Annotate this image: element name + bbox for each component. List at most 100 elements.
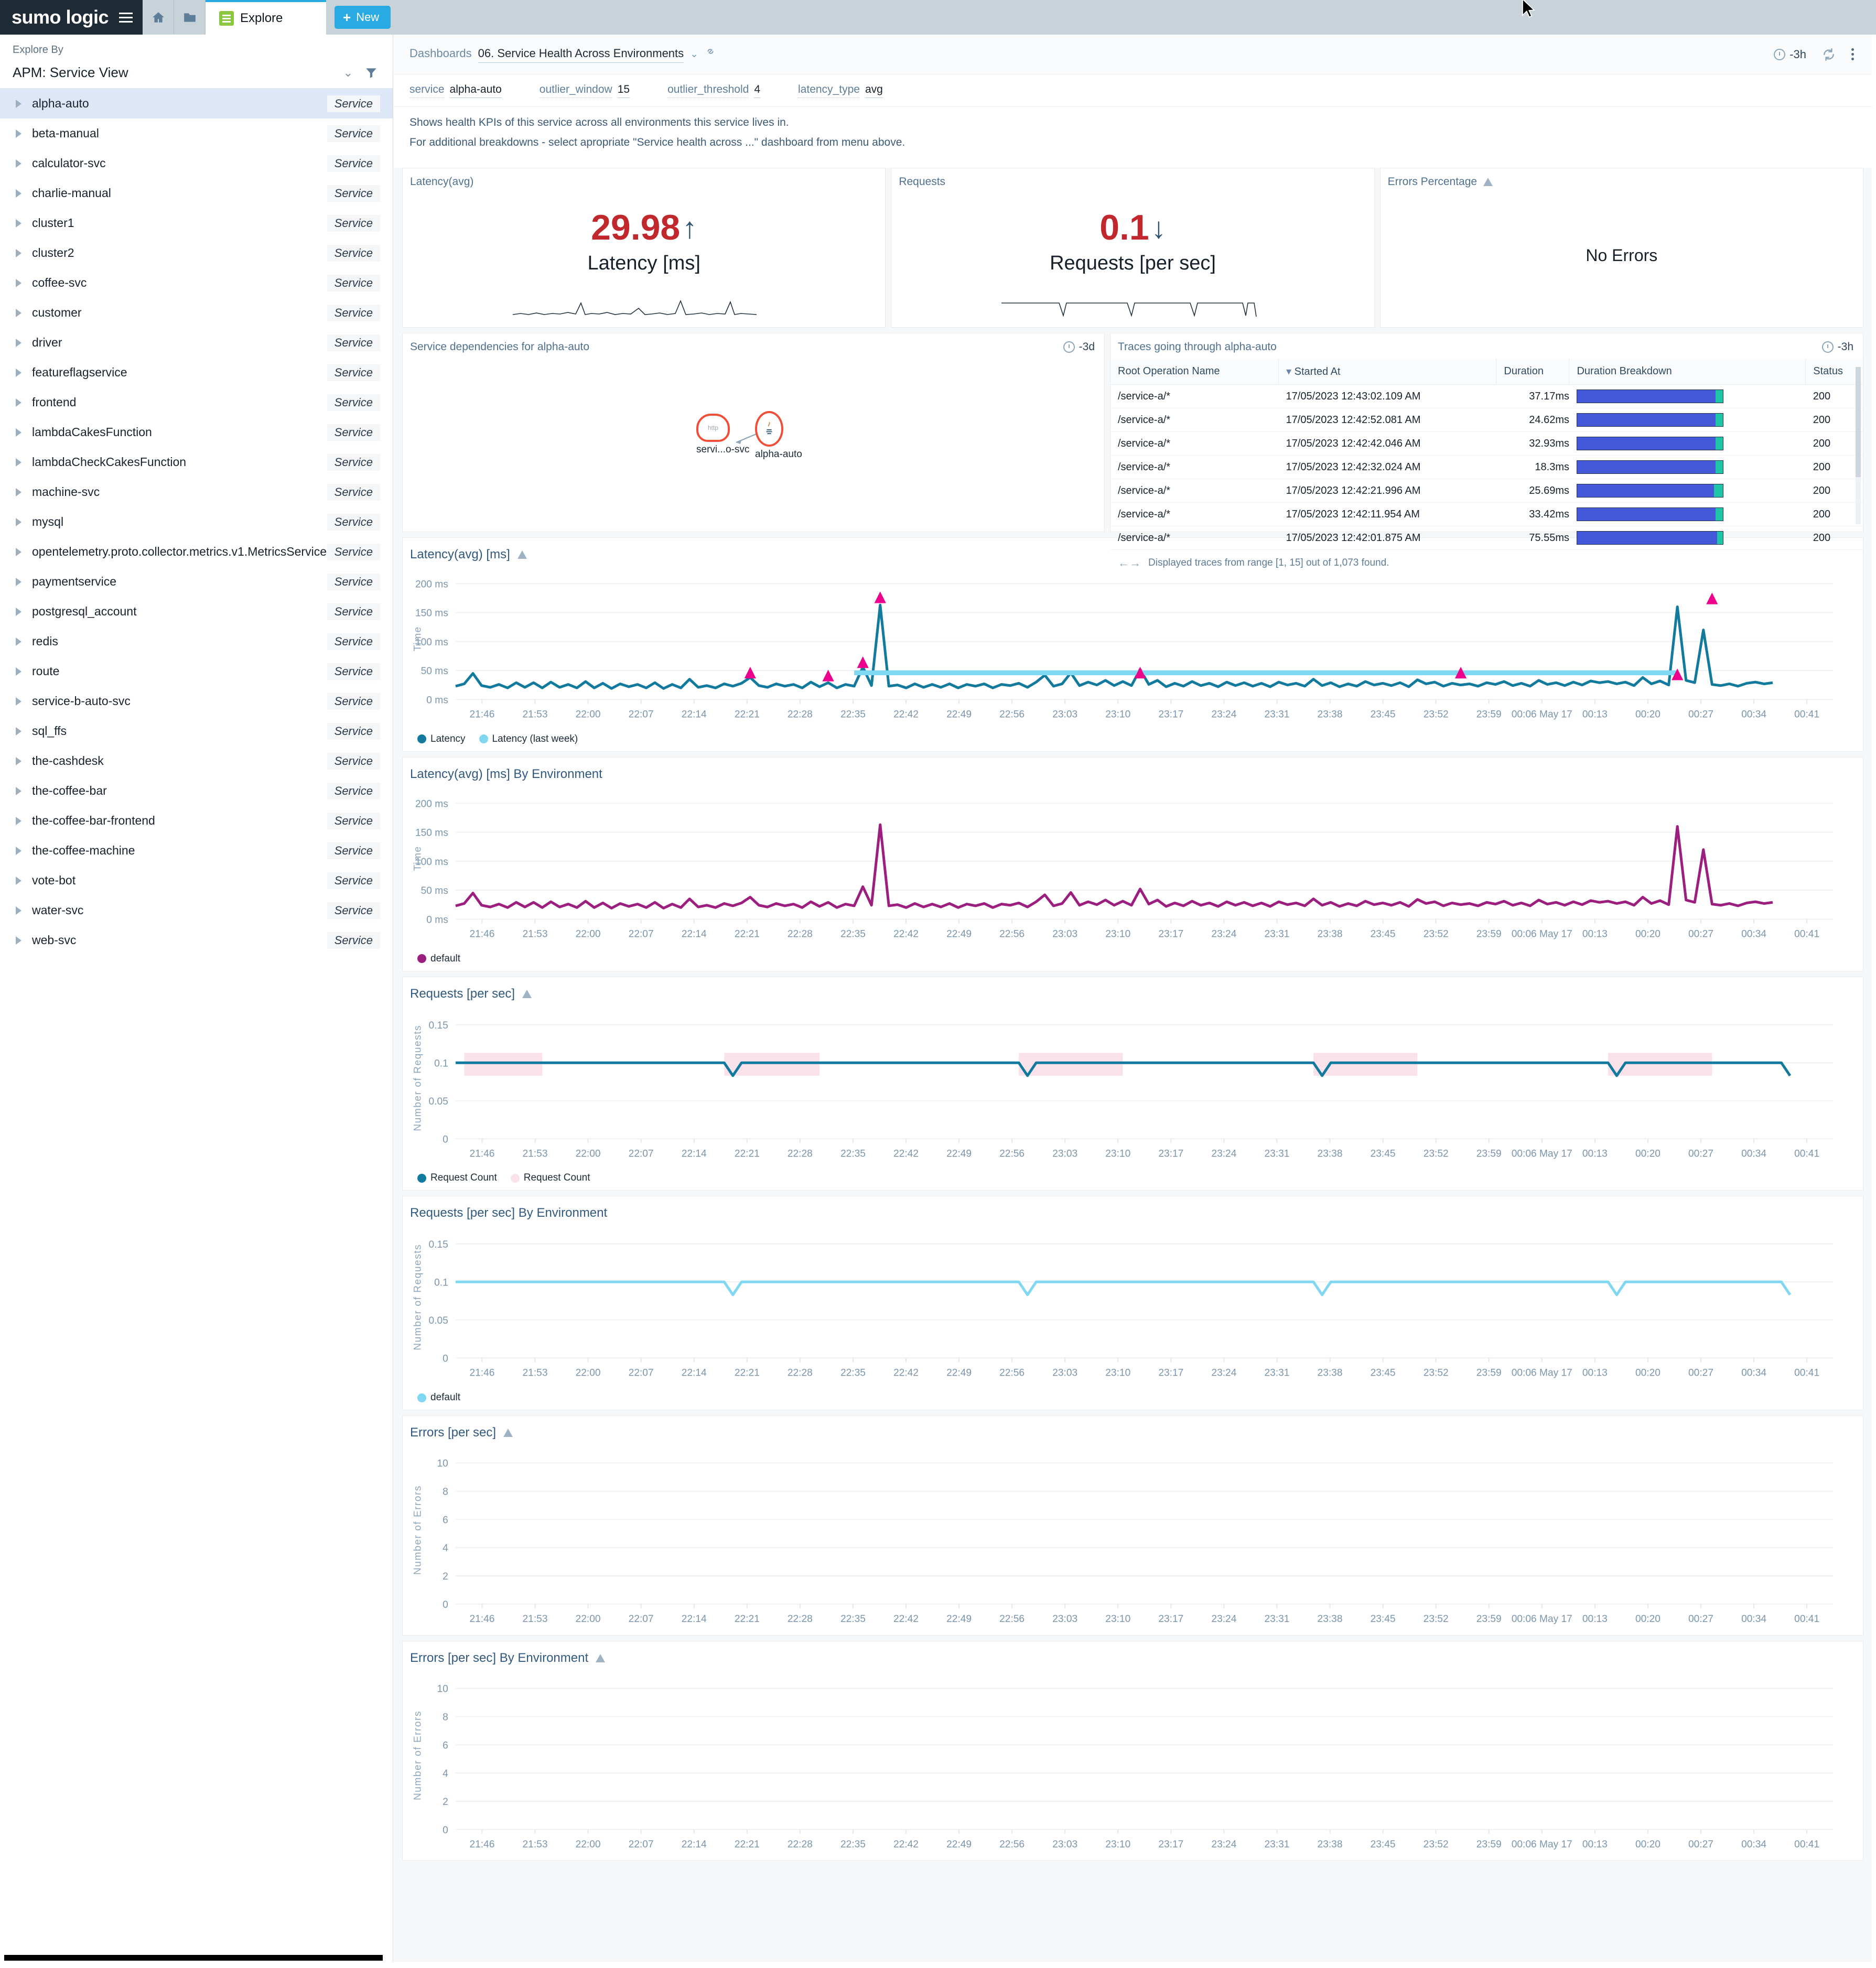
expand-triangle-icon[interactable] [16,727,21,736]
expand-triangle-icon[interactable] [16,577,21,586]
service-list-item[interactable]: featureflagservice Service [0,358,393,387]
legend-item[interactable]: Request Count [417,1172,497,1184]
expand-triangle-icon[interactable] [16,697,21,706]
expand-triangle-icon[interactable] [16,936,21,945]
new-button[interactable]: + New [335,6,391,29]
expand-triangle-icon[interactable] [16,219,21,228]
expand-triangle-icon[interactable] [16,517,21,526]
service-list-item[interactable]: the-cashdesk Service [0,746,393,776]
legend-item[interactable]: Latency [417,733,466,745]
service-list-item[interactable]: machine-svc Service [0,477,393,507]
filter-icon[interactable] [364,66,378,80]
table-row[interactable]: /service-a/* 17/05/2023 12:42:52.081 AM 24… [1110,408,1863,432]
traces-column-header[interactable]: Duration Breakdown [1569,359,1806,385]
time-range-picker[interactable]: -3h [1774,48,1806,61]
service-list-item[interactable]: route Service [0,656,393,686]
service-list-item[interactable]: the-coffee-bar-frontend Service [0,806,393,836]
service-list-item[interactable]: the-coffee-machine Service [0,836,393,866]
refresh-icon[interactable] [1822,48,1836,61]
explore-view-selector[interactable]: APM: Service View [13,64,128,81]
chart-svg-errors[interactable]: 10 8 6 4 2 0 Number of Errors 21:46 21:53 22:00 22… [403,1444,1852,1635]
traces-column-header[interactable]: ▾ Started At [1278,359,1496,385]
table-row[interactable]: /service-a/* 17/05/2023 12:42:42.046 AM 32… [1110,431,1863,456]
service-list-item[interactable]: opentelemetry.proto.collector.metrics.v1… [0,537,393,567]
more-options-button[interactable] [1851,48,1854,60]
table-row[interactable]: /service-a/* 17/05/2023 12:43:02.109 AM 37… [1110,384,1863,408]
variable-outlier_window[interactable]: outlier_window 15 [539,83,630,98]
expand-triangle-icon[interactable] [16,398,21,407]
traces-time-range[interactable]: -3h [1821,341,1853,353]
expand-triangle-icon[interactable] [16,99,21,108]
home-button[interactable] [143,0,174,35]
expand-triangle-icon[interactable] [16,846,21,855]
service-list-item[interactable]: frontend Service [0,387,393,417]
legend-item[interactable]: Request Count [510,1172,590,1184]
expand-triangle-icon[interactable] [16,189,21,198]
expand-triangle-icon[interactable] [16,338,21,347]
expand-triangle-icon[interactable] [16,248,21,257]
expand-triangle-icon[interactable] [16,547,21,556]
library-button[interactable] [174,0,206,35]
chart-svg-requests-by-env[interactable]: 0.15 0.1 0.05 0 Number of Requests 21:46 21:53… [403,1225,1852,1389]
service-list-item[interactable]: vote-bot Service [0,866,393,895]
service-list-item[interactable]: cluster2 Service [0,238,393,268]
sidebar-horizontal-scrollbar[interactable] [0,1953,389,1962]
breadcrumb-dashboards[interactable]: Dashboards [409,47,472,60]
expand-triangle-icon[interactable] [16,637,21,646]
service-list-item[interactable]: charlie-manual Service [0,178,393,208]
brand-block[interactable]: sumo logic [0,0,143,35]
chart-svg-latency[interactable]: 200 ms150 ms100 ms50 ms0 msTime21:46 21:5… [403,566,1852,730]
hamburger-menu-icon[interactable] [119,12,133,23]
chart-svg-requests[interactable]: 0.15 0.1 0.05 0 Number of Requests 21:46 21:53… [403,1005,1852,1170]
service-list-item[interactable]: sql_ffs Service [0,716,393,746]
service-list-item[interactable]: the-coffee-bar Service [0,776,393,806]
legend-item[interactable]: Latency (last week) [479,733,578,745]
traces-column-header[interactable]: Status [1805,359,1863,385]
variable-service[interactable]: service alpha-auto [409,83,502,98]
page-title[interactable]: 06. Service Health Across Environments [478,47,684,63]
expand-triangle-icon[interactable] [16,667,21,676]
service-list-item[interactable]: postgresql_account Service [0,597,393,626]
chart-svg-errors-by-env[interactable]: 10 8 6 4 2 0 Number of Errors 21:46 21:53 22:00 22… [403,1670,1852,1860]
expand-triangle-icon[interactable] [16,278,21,287]
traces-column-header[interactable]: Duration [1496,359,1569,385]
traces-column-header[interactable]: Root Operation Name [1110,359,1279,385]
service-list-item[interactable]: paymentservice Service [0,567,393,597]
service-list-item[interactable]: service-b-auto-svc Service [0,686,393,716]
expand-triangle-icon[interactable] [16,906,21,915]
service-list[interactable]: alpha-auto Service beta-manual Service calcu… [0,89,393,955]
expand-triangle-icon[interactable] [16,129,21,138]
expand-triangle-icon[interactable] [16,607,21,616]
legend-item[interactable]: default [417,953,460,965]
traces-table[interactable]: Root Operation Name ▾ Started At Duration D… [1110,359,1863,550]
expand-triangle-icon[interactable] [16,756,21,765]
table-row[interactable]: /service-a/* 17/05/2023 12:42:11.954 AM 33… [1110,502,1863,526]
expand-triangle-icon[interactable] [16,368,21,377]
expand-triangle-icon[interactable] [16,308,21,317]
chevron-down-icon[interactable]: ⌄ [690,48,698,60]
table-row[interactable]: /service-a/* 17/05/2023 12:42:01.875 AM 75… [1110,526,1863,550]
service-list-item[interactable]: customer Service [0,298,393,328]
service-list-item[interactable]: redis Service [0,626,393,656]
dependency-graph[interactable]: http servi...o-svc alpha-auto [403,353,1104,511]
service-list-item[interactable]: alpha-auto Service [0,89,393,118]
service-list-item[interactable]: beta-manual Service [0,118,393,148]
service-list-item[interactable]: mysql Service [0,507,393,537]
tab-explore[interactable]: Explore [206,0,326,35]
service-list-item[interactable]: lambdaCakesFunction Service [0,417,393,447]
service-list-item[interactable]: water-svc Service [0,895,393,925]
variable-outlier_threshold[interactable]: outlier_threshold 4 [667,83,761,98]
dep-node-alpha-auto[interactable]: alpha-auto [755,411,802,460]
expand-triangle-icon[interactable] [16,876,21,885]
dependencies-time-range[interactable]: -3d [1063,341,1095,353]
service-list-item[interactable]: calculator-svc Service [0,148,393,178]
service-list-item[interactable]: web-svc Service [0,925,393,955]
chart-svg-latency-by-env[interactable]: 200 ms150 ms100 ms50 ms0 msTime21:46 21:5… [403,786,1852,950]
expand-triangle-icon[interactable] [16,488,21,496]
expand-triangle-icon[interactable] [16,786,21,795]
expand-triangle-icon[interactable] [16,428,21,437]
table-row[interactable]: /service-a/* 17/05/2023 12:42:21.996 AM 25… [1110,479,1863,503]
service-list-item[interactable]: coffee-svc Service [0,268,393,298]
expand-triangle-icon[interactable] [16,458,21,467]
service-list-item[interactable]: cluster1 Service [0,208,393,238]
